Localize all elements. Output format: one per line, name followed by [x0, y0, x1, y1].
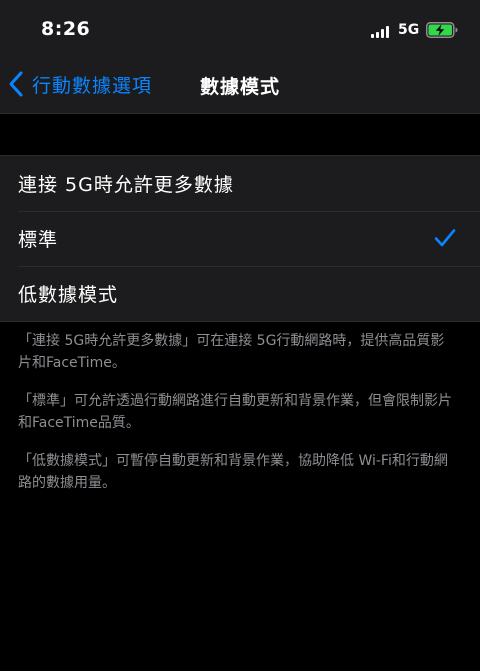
page-title: 數據模式: [199, 76, 280, 98]
option-low-data-mode[interactable]: 低數據模式: [0, 266, 480, 321]
footer-note-standard: 「標準」可允許透過行動網路進行自動更新和背景作業，但會限制影片和FaceTime…: [18, 393, 452, 431]
option-standard[interactable]: 標準: [0, 211, 480, 266]
option-label: 標準: [18, 229, 59, 251]
navigation-bar: 行動數據選項 數據模式: [0, 56, 480, 114]
cellular-signal-icon: [371, 26, 391, 38]
footer-note-low-data: 「低數據模式」可暫停自動更新和背景作業，協助降低 Wi-Fi和行動網路的數據用量…: [18, 453, 448, 491]
network-type-label: 5G: [398, 22, 420, 38]
battery-charging-icon: [426, 22, 458, 38]
data-mode-options: 連接 5G時允許更多數據 標準 低數據模式: [0, 155, 480, 322]
footer-note-5g: 「連接 5G時允許更多數據」可在連接 5G行動網路時，提供高品質影片和FaceT…: [18, 333, 445, 371]
option-label: 低數據模式: [18, 284, 119, 306]
status-bar: 8:26 5G: [0, 0, 480, 56]
footer-notes: 「連接 5G時允許更多數據」可在連接 5G行動網路時，提供高品質影片和FaceT…: [18, 330, 458, 510]
status-time: 8:26: [41, 18, 91, 40]
option-allow-more-data-5g[interactable]: 連接 5G時允許更多數據: [0, 156, 480, 211]
checkmark-icon: [434, 229, 456, 247]
option-label: 連接 5G時允許更多數據: [18, 174, 234, 196]
